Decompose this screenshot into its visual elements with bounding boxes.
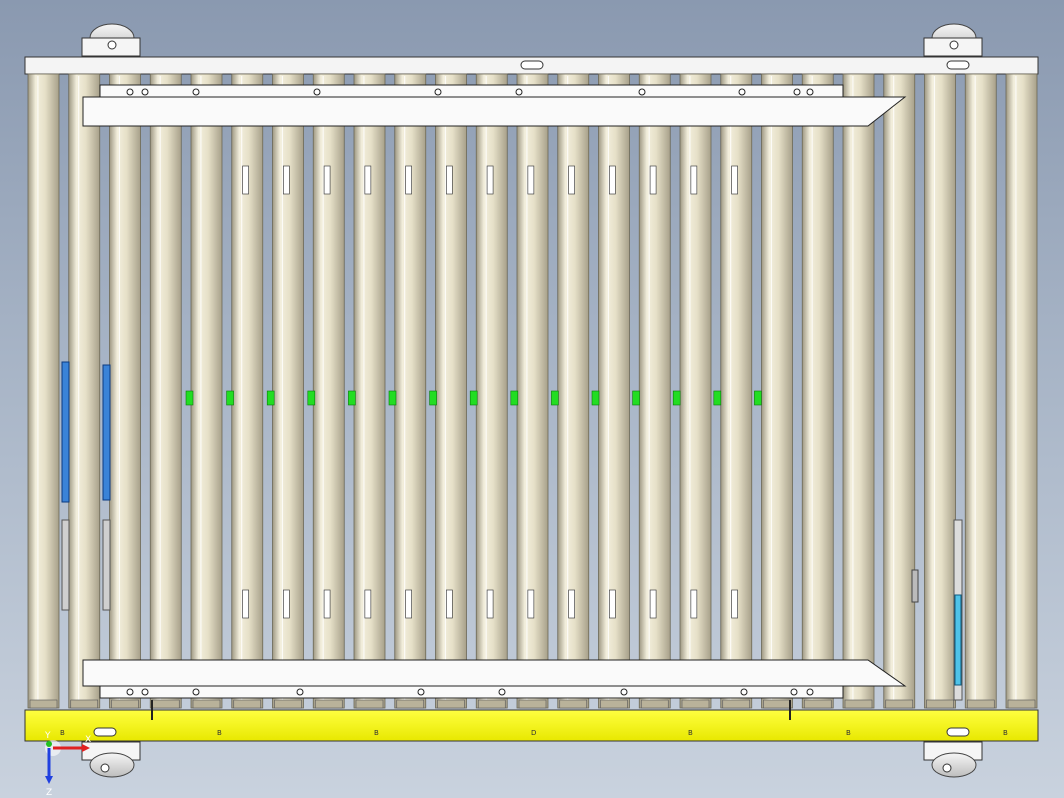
roller-slot-lower xyxy=(649,589,657,619)
side-beam-label: D xyxy=(531,729,536,737)
roller xyxy=(27,73,60,709)
roller xyxy=(883,73,916,709)
sensor-mark xyxy=(307,390,316,406)
side-beam-label: B xyxy=(374,729,379,737)
roller xyxy=(1005,73,1038,709)
roller xyxy=(109,73,141,709)
caster-bottom-right xyxy=(923,741,983,778)
bolt xyxy=(141,88,149,96)
sensor-mark xyxy=(469,390,478,406)
sensor-mark xyxy=(632,390,640,406)
sensor-mark xyxy=(388,390,397,406)
roller-slot-upper xyxy=(446,165,453,195)
caster-top-right xyxy=(923,23,983,57)
sensor-mark xyxy=(510,390,519,406)
roller-slot-lower xyxy=(405,589,412,619)
bolt xyxy=(790,688,798,696)
side-beam-slot-1 xyxy=(93,727,117,737)
bolt xyxy=(192,688,200,696)
side-beam-slot-2 xyxy=(946,727,970,737)
cad-viewport[interactable]: B B B D B B B X Y Z xyxy=(0,0,1064,798)
roller xyxy=(964,73,997,709)
bolt xyxy=(793,88,801,96)
roller xyxy=(924,73,956,709)
roller-slot-lower xyxy=(568,589,575,619)
triad-x-label: X xyxy=(85,735,91,745)
bolt xyxy=(806,688,814,696)
roller-slot-lower xyxy=(364,589,372,619)
roller-slot-upper xyxy=(242,165,249,195)
sensor-mark xyxy=(672,390,681,406)
side-beam-label: B xyxy=(217,729,222,737)
sensor-mark xyxy=(713,390,722,406)
sensor-mark xyxy=(226,390,234,406)
sensor-mark xyxy=(591,390,600,406)
roller-slot-upper xyxy=(731,165,738,195)
bolt xyxy=(738,88,746,96)
roller-slot-upper xyxy=(364,165,372,195)
roller xyxy=(149,73,182,709)
roller-slot-lower xyxy=(486,589,494,619)
roller-slot-upper xyxy=(568,165,575,195)
side-beam-label: B xyxy=(1003,729,1008,737)
bolt xyxy=(740,688,748,696)
triad-y-label: Y xyxy=(44,731,51,741)
top-guide-plate xyxy=(82,84,907,127)
caster-bottom-left xyxy=(81,741,141,778)
roller-slot-upper xyxy=(323,165,331,195)
roller xyxy=(68,73,101,709)
bolt xyxy=(620,688,628,696)
sensor-mark xyxy=(551,390,559,406)
sensor-mark xyxy=(266,390,275,406)
bolt xyxy=(296,688,304,696)
bolt xyxy=(498,688,506,696)
roller-slot-lower xyxy=(690,589,698,619)
roller-slot-upper xyxy=(405,165,412,195)
side-beam-label: B xyxy=(846,729,851,737)
sensor-mark xyxy=(348,390,356,406)
caster-top-left xyxy=(81,23,141,57)
roller-slot-lower xyxy=(242,589,249,619)
roller-slot-upper xyxy=(690,165,698,195)
bolt xyxy=(126,88,134,96)
roller-slot-upper xyxy=(527,165,535,195)
roller-slot-upper xyxy=(283,165,290,195)
roller-slot-lower xyxy=(731,589,738,619)
conveyor-drawing: B B B D B B B X Y Z xyxy=(24,23,1039,798)
bolt xyxy=(126,688,134,696)
side-beam-label: B xyxy=(688,729,693,737)
sensor-mark xyxy=(754,390,762,406)
roller xyxy=(842,73,875,709)
roller-slot-lower xyxy=(283,589,290,619)
roller-slot-upper xyxy=(486,165,494,195)
sensor-mark xyxy=(185,390,194,406)
roller xyxy=(801,73,834,709)
sensor-mark xyxy=(429,390,437,406)
roller xyxy=(761,73,793,709)
top-frame-slot-1 xyxy=(520,60,544,70)
bolt xyxy=(313,88,321,96)
roller-slot-upper xyxy=(649,165,657,195)
top-frame-slot-2 xyxy=(946,60,970,70)
side-beam-label: B xyxy=(60,729,65,737)
triad-z-label: Z xyxy=(46,788,52,798)
roller-slot-lower xyxy=(446,589,453,619)
bolt xyxy=(515,88,523,96)
roller-slot-lower xyxy=(323,589,331,619)
bolt xyxy=(434,88,442,96)
roller-slot-lower xyxy=(527,589,535,619)
sensor-group xyxy=(185,390,762,406)
roller-slot-upper xyxy=(608,165,616,195)
bolt xyxy=(192,88,200,96)
bolt xyxy=(141,688,149,696)
bottom-guide-plate xyxy=(82,659,907,699)
roller-slot-lower xyxy=(608,589,616,619)
bolt xyxy=(806,88,814,96)
bolt xyxy=(638,88,646,96)
bolt xyxy=(417,688,425,696)
roller-group xyxy=(27,73,1038,709)
roller xyxy=(190,73,223,709)
